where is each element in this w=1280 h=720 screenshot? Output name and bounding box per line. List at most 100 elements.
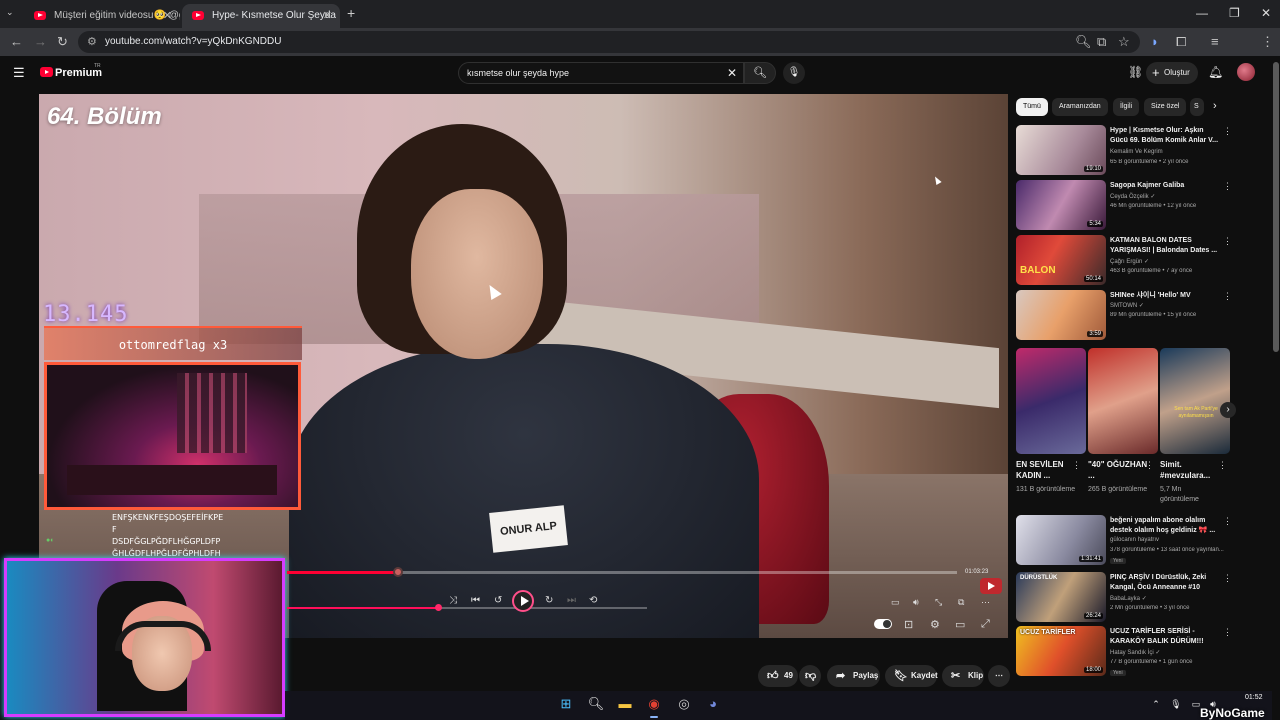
tab-1[interactable]: Müşteri eğitim videosu🥺 @gu ✕ [24, 4, 180, 28]
share-button[interactable]: ➦ Paylaş [827, 665, 880, 687]
shorts-next-chevron-icon[interactable]: › [1220, 402, 1236, 418]
video-menu-icon[interactable]: ⋮ [1223, 181, 1232, 192]
short-menu-icon[interactable]: ⋮ [1145, 460, 1154, 471]
media-icon[interactable]: ≡ [1211, 34, 1219, 49]
tray-mic-icon[interactable]: 🎙︎ [1167, 695, 1185, 713]
chrome-menu-icon[interactable]: ⋮ [1261, 34, 1274, 50]
collapse-icon[interactable]: ⤡ [935, 597, 942, 608]
page-scrollbar[interactable] [1272, 56, 1280, 720]
youtube-badge-icon[interactable] [980, 578, 1002, 594]
short-menu-icon[interactable]: ⋮ [1072, 460, 1081, 471]
video-title[interactable]: UCUZ TARİFLER SERİSİ - KARAKÖY BALIK DÜR… [1110, 627, 1222, 647]
autoplay-toggle[interactable] [874, 619, 892, 629]
short-thumbnail[interactable] [1016, 348, 1086, 454]
media-seek-bar[interactable] [287, 604, 647, 611]
video-title[interactable]: beğeni yapalım abone olalım destek olalı… [1110, 516, 1222, 536]
channel-name[interactable]: Ceyda Özçelik ✓ [1110, 193, 1155, 200]
video-menu-icon[interactable]: ⋮ [1223, 627, 1232, 638]
short-title[interactable]: Simit. #mevzulara... [1160, 459, 1220, 481]
search-query[interactable]: kısmetse olur şeyda hype [467, 68, 569, 78]
short-menu-icon[interactable]: ⋮ [1218, 460, 1227, 471]
chip-for-you[interactable]: Size özel [1144, 98, 1187, 116]
install-icon[interactable]: ⧉ [1097, 34, 1106, 50]
video-menu-icon[interactable]: ⋮ [1223, 126, 1232, 137]
maximize-icon[interactable]: ❐ [1229, 6, 1240, 20]
volume-icon[interactable]: 🔊︎ [913, 597, 919, 608]
video-title[interactable]: KATMAN BALON DATES YARIŞMASI! | Balondan… [1110, 236, 1222, 256]
next-icon[interactable]: ⏭ [567, 595, 576, 606]
channel-name[interactable]: Hatay Sandık İçi ✓ [1110, 649, 1160, 656]
theater-mode-icon[interactable]: ▭ [955, 618, 965, 631]
video-menu-icon[interactable]: ⋮ [1223, 573, 1232, 584]
discord-icon[interactable]: ◕ [704, 695, 722, 713]
video-thumbnail[interactable]: 1:31:41 [1016, 515, 1106, 565]
cast-icon[interactable]: ⛓ [1128, 65, 1143, 79]
media-seek-knob[interactable] [435, 604, 442, 611]
search-input[interactable]: kısmetse olur şeyda hype ✕ [458, 62, 744, 84]
save-button[interactable]: 🔖︎ Kaydet [885, 665, 938, 687]
search-icon[interactable]: 🔍︎ [587, 695, 605, 713]
scrollbar-thumb[interactable] [1273, 62, 1279, 352]
forward-icon[interactable]: → [34, 34, 47, 49]
video-thumbnail[interactable]: 3:59 [1016, 290, 1106, 340]
play-button[interactable] [512, 590, 534, 612]
more-options-icon[interactable]: ⋯ [981, 597, 990, 608]
video-menu-icon[interactable]: ⋮ [1223, 236, 1232, 247]
omnibox[interactable]: ⚙ youtube.com/watch?v=yQkDnKGNDDU [78, 31, 1140, 53]
chip-from-search[interactable]: Aramanızdan [1052, 98, 1108, 116]
taskbar-clock[interactable]: 01:52 [1245, 694, 1263, 701]
tab-2[interactable]: Hype- Kısmetse Olur Şeyda ✕ [182, 4, 340, 28]
short-title[interactable]: "40" OĞUZHAN ... [1088, 459, 1148, 481]
more-actions-button[interactable]: ⋯ [988, 665, 1010, 687]
extensions-puzzle-icon[interactable]: ⧠ [1176, 34, 1186, 50]
channel-name[interactable]: gülocanın hayatrıv [1110, 537, 1159, 543]
video-title[interactable]: Sagopa Kajmer Galiba [1110, 181, 1222, 191]
chevron-right-icon[interactable]: › [1213, 100, 1217, 112]
settings-gear-icon[interactable]: ⚙ [930, 618, 940, 631]
video-menu-icon[interactable]: ⋮ [1223, 516, 1232, 527]
voice-search-mic-icon[interactable]: 🎙︎ [783, 62, 805, 84]
video-menu-icon[interactable]: ⋮ [1223, 291, 1232, 302]
chip-more[interactable]: S [1190, 98, 1204, 116]
video-progress-bar[interactable] [287, 567, 957, 577]
search-button[interactable]: 🔍︎ [744, 62, 776, 84]
video-thumbnail[interactable]: UCUZ TARİFLER 18:00 [1016, 626, 1106, 676]
reload-icon[interactable]: ↻ [57, 34, 68, 50]
new-tab-button[interactable]: + [347, 5, 355, 21]
video-thumbnail[interactable]: BALON 50:14 [1016, 235, 1106, 285]
chrome-icon[interactable]: ◉ [645, 695, 663, 718]
windows-start-icon[interactable]: ⊞ [557, 695, 575, 713]
dislike-button[interactable]: 👎︎ [799, 665, 821, 687]
minimize-icon[interactable]: — [1196, 6, 1208, 20]
pip-icon[interactable]: ⧉ [958, 597, 964, 608]
miniplayer-icon[interactable]: ▭ [891, 597, 900, 608]
channel-name[interactable]: BabaLayka ✓ [1110, 595, 1147, 602]
file-explorer-icon[interactable]: ▬ [616, 695, 634, 713]
tray-chevron-icon[interactable]: ⌃ [1147, 695, 1165, 713]
close-window-icon[interactable]: ✕ [1261, 6, 1271, 20]
tab-list-icon[interactable]: ⌄ [6, 7, 14, 18]
close-icon[interactable]: ✕ [323, 4, 332, 28]
subtitles-icon[interactable]: ⊡ [904, 618, 913, 631]
previous-icon[interactable]: ⏮ [471, 595, 480, 606]
forward-skip-icon[interactable]: ↻ [545, 595, 553, 606]
video-title[interactable]: SHINee 샤이니 'Hello' MV [1110, 291, 1222, 301]
clear-search-icon[interactable]: ✕ [727, 66, 737, 80]
chip-related[interactable]: İlgili [1113, 98, 1140, 116]
like-button[interactable]: 👍︎ 49 [758, 665, 798, 687]
clip-button[interactable]: ✂ Klip [942, 665, 984, 687]
short-thumbnail[interactable] [1088, 348, 1158, 454]
notifications-bell-icon[interactable]: 🔔︎ [1208, 65, 1223, 79]
zoom-icon[interactable]: 🔍︎ [1075, 34, 1092, 50]
back-icon[interactable]: ← [10, 34, 23, 49]
chip-all[interactable]: Tümü [1016, 98, 1048, 116]
close-icon[interactable]: ✕ [163, 4, 172, 28]
video-thumbnail[interactable]: 19:10 [1016, 125, 1106, 175]
create-button[interactable]: + Oluştur [1146, 62, 1198, 84]
video-title[interactable]: Hype | Kısmetse Olur: Aşkın Gücü 69. Böl… [1110, 126, 1222, 146]
menu-icon[interactable]: ☰ [13, 65, 25, 81]
short-thumbnail[interactable]: Sen tam Ak Parti'ye aynılamamışsın [1160, 348, 1230, 454]
obs-icon[interactable]: ◎ [675, 695, 693, 713]
shuffle-icon[interactable]: ⤨ [449, 595, 457, 606]
fullscreen-icon[interactable]: ⤢ [981, 618, 990, 631]
